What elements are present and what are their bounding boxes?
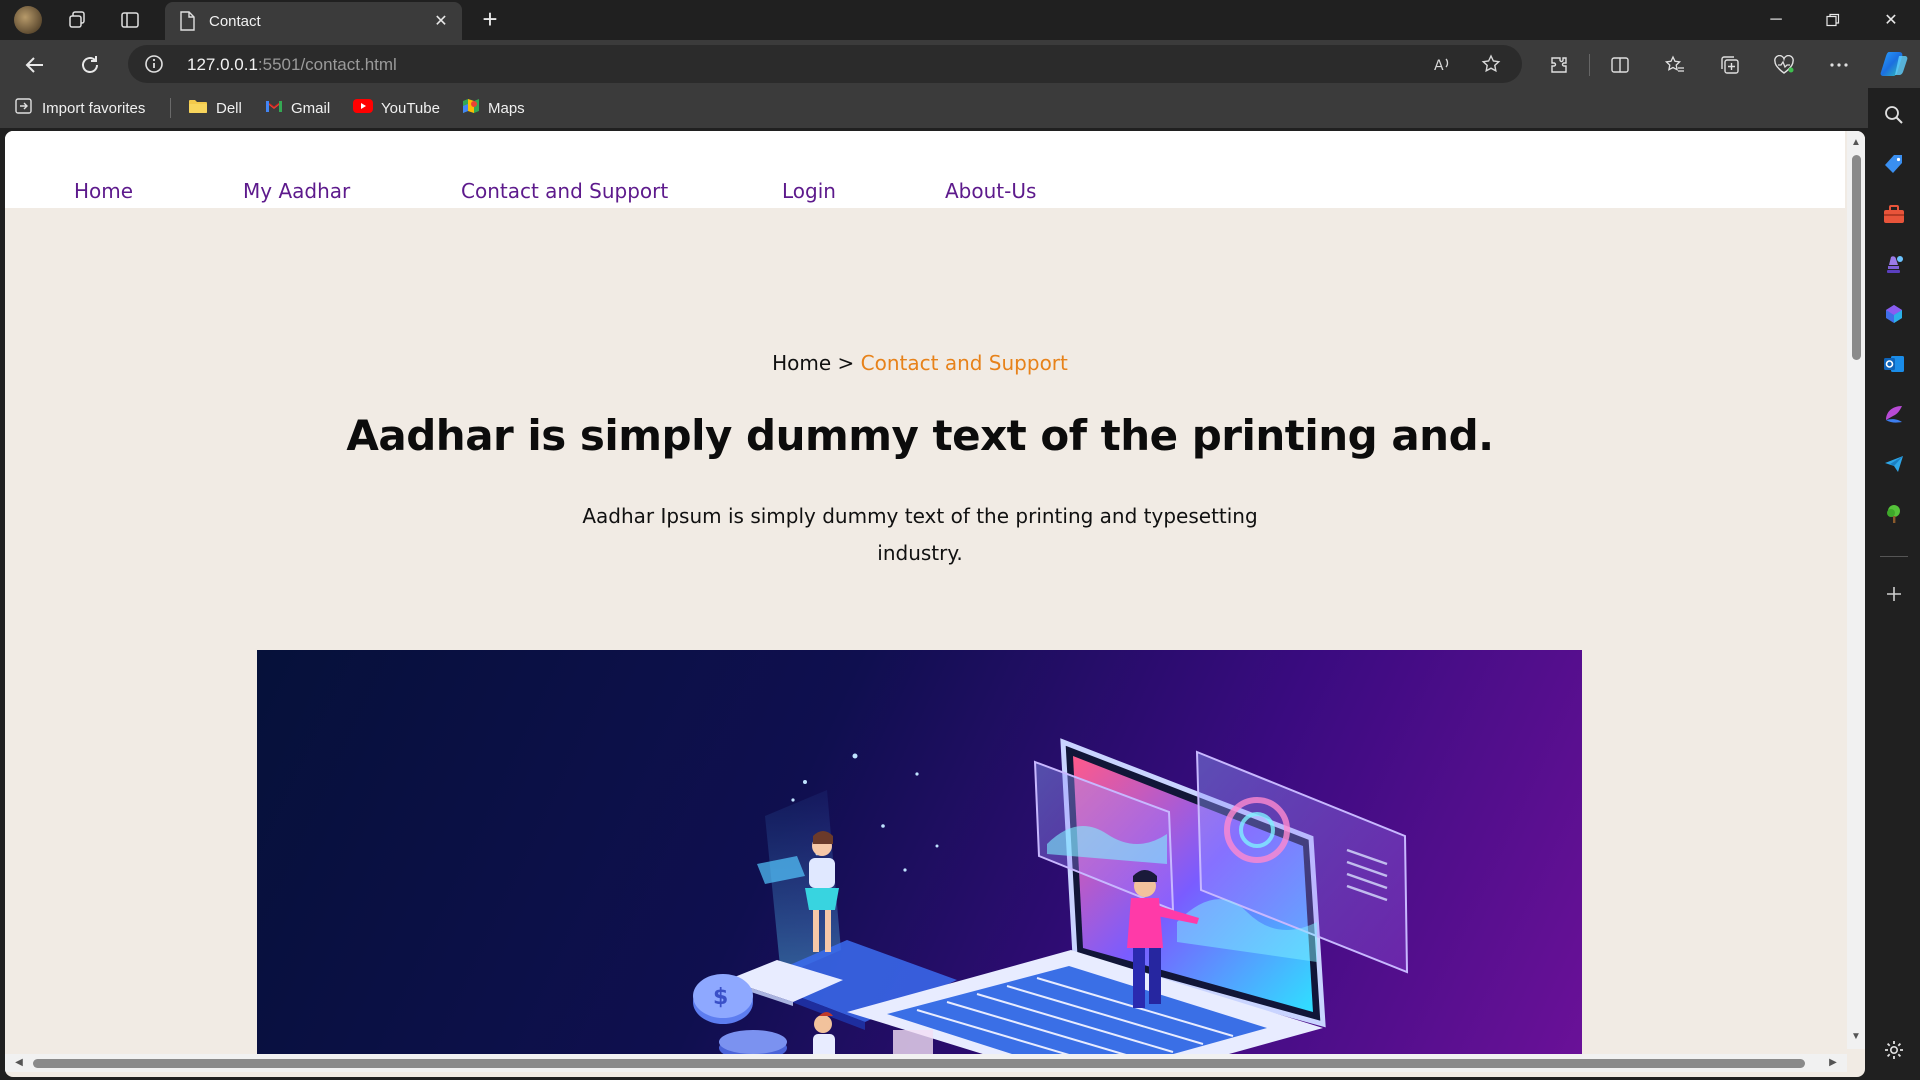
close-window-button[interactable]: ✕ [1863,0,1919,40]
scroll-right-arrow-icon[interactable]: ▶ [1827,1057,1839,1069]
tree-icon[interactable] [1882,502,1906,526]
youtube-icon [353,99,373,117]
new-tab-button[interactable]: + [476,6,504,34]
svg-text:A: A [1434,58,1444,74]
url-text[interactable]: 127.0.0.1:5501/contact.html [187,55,397,75]
address-toolbar: 127.0.0.1:5501/contact.html A [0,40,1920,88]
tab-strip: Contact ✕ + ─ ✕ [0,0,1920,40]
copilot-icon[interactable] [1879,48,1911,80]
breadcrumb-separator: > [837,351,855,375]
favorites-item-youtube[interactable]: YouTube [353,98,440,118]
horizontal-scroll-thumb[interactable] [33,1059,1805,1068]
breadcrumb-current: Contact and Support [860,351,1068,375]
site-info-icon[interactable] [144,54,164,74]
maps-icon [462,97,480,119]
browser-essentials-icon[interactable] [1771,52,1797,78]
edge-sidebar [1868,88,1920,1080]
tab-title: Contact [209,13,261,30]
tools-briefcase-icon[interactable] [1882,202,1906,226]
favorites-icon[interactable] [1662,52,1688,78]
folder-icon [188,98,208,118]
breadcrumb-home[interactable]: Home [772,351,831,375]
site-navbar: Home My Aadhar Contact and Support Login… [5,131,1845,208]
outlook-icon[interactable] [1882,352,1906,376]
workspaces-icon[interactable] [63,6,91,34]
nav-link-my-aadhar[interactable]: My Aadhar [243,179,350,203]
restore-button[interactable] [1805,0,1861,40]
nav-link-home[interactable]: Home [74,179,133,203]
favorite-star-icon[interactable] [1479,52,1503,76]
breadcrumb: Home > Contact and Support [5,351,1835,375]
page-icon [179,11,195,36]
extensions-icon[interactable] [1546,52,1572,78]
settings-gear-icon[interactable] [1882,1038,1906,1062]
scroll-up-arrow-icon[interactable]: ▲ [1850,137,1862,149]
scroll-left-arrow-icon[interactable]: ◀ [13,1057,25,1069]
browser-window: Contact ✕ + ─ ✕ 127.0.0.1:5501/contact.h… [0,0,1920,1080]
vertical-tabs-icon[interactable] [116,6,144,34]
favorites-separator [170,98,171,118]
nav-link-about-us[interactable]: About-Us [945,179,1036,203]
page-title: Aadhar is simply dummy text of the print… [346,411,1494,460]
shopping-tag-icon[interactable] [1882,152,1906,176]
games-chess-icon[interactable] [1882,252,1906,276]
search-icon[interactable] [1882,103,1906,127]
svg-text:$: $ [713,985,728,1010]
split-screen-icon[interactable] [1607,52,1633,78]
gmail-icon [265,99,283,117]
sidebar-separator [1880,556,1908,557]
designer-icon[interactable] [1882,402,1906,426]
collections-icon[interactable] [1717,52,1743,78]
more-options-icon[interactable] [1826,52,1852,78]
vertical-scrollbar[interactable]: ▲ ▼ [1847,131,1865,1049]
hero-illustration: $ [257,650,1582,1060]
nav-link-contact-support[interactable]: Contact and Support [461,179,668,203]
refresh-button[interactable] [75,50,105,80]
page-viewport: Home My Aadhar Contact and Support Login… [5,131,1865,1077]
favorites-item-dell[interactable]: Dell [188,98,242,118]
favorites-item-import[interactable]: Import favorites [14,98,145,118]
add-sidebar-app-icon[interactable] [1882,582,1906,606]
minimize-button[interactable]: ─ [1748,0,1804,40]
import-favorites-icon [14,97,34,119]
back-button[interactable] [20,50,50,80]
favorites-item-gmail[interactable]: Gmail [265,98,330,118]
toolbar-separator [1589,54,1590,76]
nav-link-login[interactable]: Login [782,179,836,203]
close-tab-icon[interactable]: ✕ [430,10,452,32]
send-telegram-icon[interactable] [1882,452,1906,476]
read-aloud-icon[interactable]: A [1430,52,1454,76]
profile-avatar[interactable] [14,6,42,34]
horizontal-scrollbar[interactable]: ◀ ▶ [5,1054,1847,1072]
favorites-bar: Import favorites Dell Gmail YouTube Maps [0,88,1920,128]
microsoft-365-icon[interactable] [1882,302,1906,326]
address-bar[interactable]: 127.0.0.1:5501/contact.html A [128,45,1522,83]
favorites-item-maps[interactable]: Maps [462,98,525,118]
scroll-down-arrow-icon[interactable]: ▼ [1850,1031,1862,1043]
page-subtitle: Aadhar Ipsum is simply dummy text of the… [582,504,1258,565]
tab-contact[interactable]: Contact ✕ [165,2,462,40]
vertical-scroll-thumb[interactable] [1852,155,1861,360]
